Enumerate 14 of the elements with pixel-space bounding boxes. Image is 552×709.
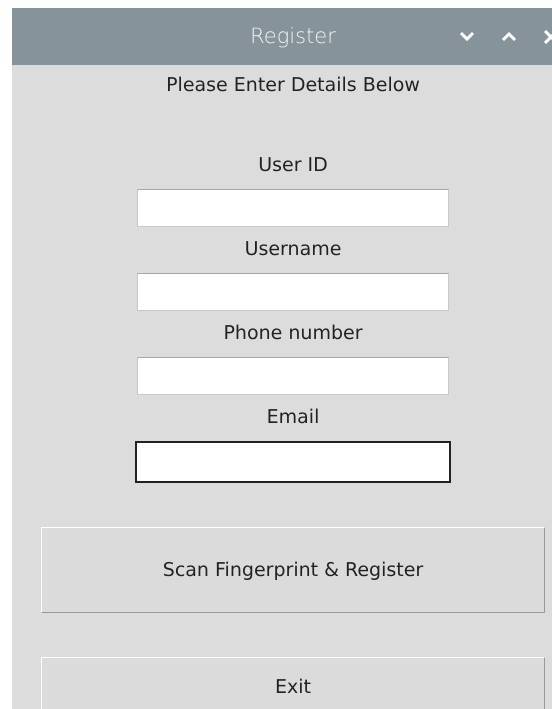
field-label: User ID <box>258 153 328 177</box>
field-label: Email <box>266 405 320 429</box>
input-field[interactable] <box>137 273 449 311</box>
input-field[interactable] <box>137 189 449 227</box>
register-button[interactable]: Scan Fingerprint & Register <box>41 527 545 613</box>
maximize-icon[interactable] <box>502 32 516 41</box>
minimize-icon[interactable] <box>460 32 474 41</box>
input-field[interactable] <box>135 441 451 483</box>
field-label: Phone number <box>223 321 363 345</box>
exit-button[interactable]: Exit <box>41 657 545 709</box>
window-title: Register <box>250 22 336 50</box>
form-heading: Please Enter Details Below <box>166 73 420 97</box>
field-label: Username <box>244 237 342 261</box>
input-field[interactable] <box>137 357 449 395</box>
